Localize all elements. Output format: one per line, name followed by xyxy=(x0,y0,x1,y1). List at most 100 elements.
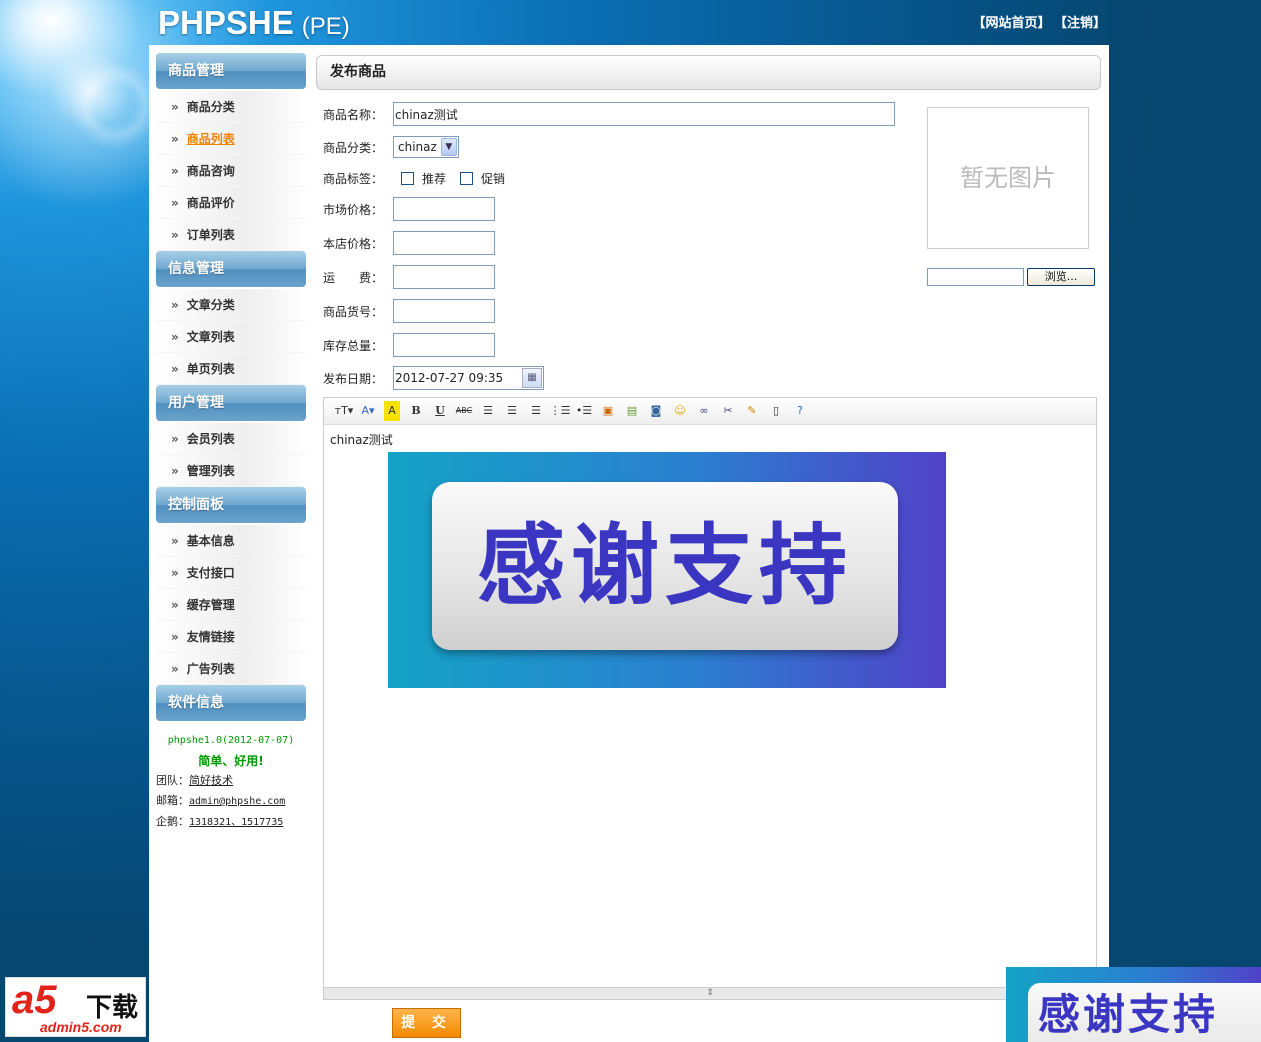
sidebar-item-goods-review[interactable]: » 商品评价 xyxy=(156,187,306,219)
sidebar-item-payment[interactable]: » 支付接口 xyxy=(156,557,306,589)
align-right-icon[interactable]: ☰ xyxy=(524,401,548,421)
qq-link[interactable]: 1318321、1517735 xyxy=(189,817,283,828)
category-select[interactable]: chinaz ▼ xyxy=(393,136,459,158)
stock-row: 库存总量： xyxy=(323,333,495,357)
date-row: 发布日期： 2012-07-27 09:35 ▦ xyxy=(323,366,544,390)
content-panel: 商品管理 » 商品分类 » 商品列表 » 商品咨询 » 商品评价 » 订单列表 信息管理 … xyxy=(149,45,1109,1042)
submit-button[interactable]: 提 交 xyxy=(392,1008,461,1038)
editor-content[interactable]: chinaz测试 感谢支持 xyxy=(324,425,1096,987)
slogan-text: 简单、好用! xyxy=(198,754,264,768)
sidebar-item-member-list[interactable]: » 会员列表 xyxy=(156,423,306,455)
sidebar-item-goods-inquiry[interactable]: » 商品咨询 xyxy=(156,155,306,187)
date-input[interactable]: 2012-07-27 09:35 ▦ xyxy=(393,366,544,390)
sidebar: 商品管理 » 商品分类 » 商品列表 » 商品咨询 » 商品评价 » 订单列表 信息管理 … xyxy=(156,53,306,833)
recommend-checkbox[interactable] xyxy=(401,171,414,185)
sidebar-item-links[interactable]: » 友情链接 xyxy=(156,621,306,653)
unordered-list-icon[interactable]: •☰ xyxy=(572,401,596,421)
calendar-icon[interactable]: ▦ xyxy=(522,368,542,388)
paste-icon[interactable]: ▯ xyxy=(764,401,788,421)
team-link[interactable]: 简好技术 xyxy=(189,774,233,787)
align-center-icon[interactable]: ☰ xyxy=(500,401,524,421)
arrow-icon: » xyxy=(171,330,179,344)
email-row: 邮箱：admin@phpshe.com xyxy=(156,794,286,807)
arrow-icon: » xyxy=(171,662,179,676)
market-price-input[interactable] xyxy=(393,197,495,221)
logo-text: PHPSHE xyxy=(158,4,294,41)
logout-link[interactable]: 【注销】 xyxy=(1060,16,1106,31)
strikethrough-icon[interactable]: ABC xyxy=(452,401,476,421)
align-left-icon[interactable]: ☰ xyxy=(476,401,500,421)
flash-icon[interactable]: ◙ xyxy=(644,401,668,421)
clean-format-icon[interactable]: ✎ xyxy=(740,401,764,421)
arrow-icon: » xyxy=(171,228,179,242)
arrow-icon: » xyxy=(171,464,179,478)
font-color-icon[interactable]: A▾ xyxy=(356,401,380,421)
tag-label: 商品标签： xyxy=(323,171,384,186)
arrow-icon: » xyxy=(171,100,179,114)
arrow-icon: » xyxy=(171,196,179,210)
lens-flare xyxy=(70,60,160,150)
sidebar-section-goods[interactable]: 商品管理 xyxy=(156,53,306,89)
file-path-input[interactable] xyxy=(927,268,1024,286)
sidebar-section-control[interactable]: 控制面板 xyxy=(156,487,306,523)
arrow-icon: » xyxy=(171,298,179,312)
name-input[interactable]: chinaz测试 xyxy=(393,102,895,126)
promo-label: 促销 xyxy=(481,171,506,186)
sidebar-item-cache[interactable]: » 缓存管理 xyxy=(156,589,306,621)
unlink-icon[interactable]: ✂ xyxy=(716,401,740,421)
bold-icon[interactable]: B xyxy=(404,401,428,421)
font-size-icon[interactable]: тT▾ xyxy=(332,401,356,421)
email-link[interactable]: admin@phpshe.com xyxy=(189,796,285,807)
shop-price-row: 本店价格： xyxy=(323,231,495,255)
page-title: 发布商品 xyxy=(316,55,1101,90)
arrow-icon: » xyxy=(171,598,179,612)
software-info: phpshe1.0(2012-07-07) 简单、好用! 团队：简好技术 邮箱：… xyxy=(156,723,306,833)
sidebar-section-users[interactable]: 用户管理 xyxy=(156,385,306,421)
arrow-icon: » xyxy=(171,132,179,146)
sidebar-section-software: 软件信息 xyxy=(156,685,306,721)
highlight-icon[interactable]: A xyxy=(384,401,400,421)
sku-label: 商品货号： xyxy=(323,304,384,319)
date-label: 发布日期： xyxy=(323,371,384,386)
help-icon[interactable]: ? xyxy=(788,401,812,421)
arrow-icon: » xyxy=(171,164,179,178)
sidebar-item-page-list[interactable]: » 单页列表 xyxy=(156,353,306,385)
sidebar-item-order-list[interactable]: » 订单列表 xyxy=(156,219,306,251)
image-preview: 暂无图片 xyxy=(927,107,1089,249)
sidebar-item-basic-info[interactable]: » 基本信息 xyxy=(156,525,306,557)
resize-handle[interactable]: ⇕ xyxy=(324,987,1096,999)
editor-text: chinaz测试 xyxy=(330,433,393,447)
chevron-down-icon: ▼ xyxy=(440,138,457,156)
browse-button[interactable]: 浏览... xyxy=(1027,268,1095,286)
shipping-row: 运 费： xyxy=(323,265,495,289)
sidebar-item-goods-category[interactable]: » 商品分类 xyxy=(156,91,306,123)
sku-row: 商品货号： xyxy=(323,299,495,323)
promo-checkbox[interactable] xyxy=(460,171,474,185)
sidebar-item-article-list[interactable]: » 文章列表 xyxy=(156,321,306,353)
category-row: 商品分类： chinaz ▼ xyxy=(323,135,459,159)
underline-icon[interactable]: U xyxy=(428,401,452,421)
a5-watermark: a5 下载 admin5.com xyxy=(5,977,146,1037)
market-price-row: 市场价格： xyxy=(323,197,495,221)
site-logo: PHPSHE (PE) xyxy=(158,4,350,42)
multi-image-icon[interactable]: ▤ xyxy=(620,401,644,421)
image-icon[interactable]: ▣ xyxy=(596,401,620,421)
sidebar-item-article-category[interactable]: » 文章分类 xyxy=(156,289,306,321)
home-link[interactable]: 【网站首页】 xyxy=(972,16,1050,31)
link-icon[interactable]: ∞ xyxy=(692,401,716,421)
sku-input[interactable] xyxy=(393,299,495,323)
name-row: 商品名称： chinaz测试 xyxy=(323,102,895,126)
stock-input[interactable] xyxy=(393,333,495,357)
sidebar-item-goods-list[interactable]: » 商品列表 xyxy=(156,123,306,155)
sidebar-item-ads[interactable]: » 广告列表 xyxy=(156,653,306,685)
shipping-input[interactable] xyxy=(393,265,495,289)
ordered-list-icon[interactable]: ⋮☰ xyxy=(548,401,572,421)
shop-price-input[interactable] xyxy=(393,231,495,255)
sidebar-item-admin-list[interactable]: » 管理列表 xyxy=(156,455,306,487)
sidebar-section-info[interactable]: 信息管理 xyxy=(156,251,306,287)
category-label: 商品分类： xyxy=(323,140,384,155)
inserted-image[interactable]: 感谢支持 xyxy=(388,452,946,688)
emoticon-icon[interactable]: ☺ xyxy=(668,401,692,421)
team-row: 团队：简好技术 xyxy=(156,774,233,787)
inserted-image-text: 感谢支持 xyxy=(432,482,898,650)
